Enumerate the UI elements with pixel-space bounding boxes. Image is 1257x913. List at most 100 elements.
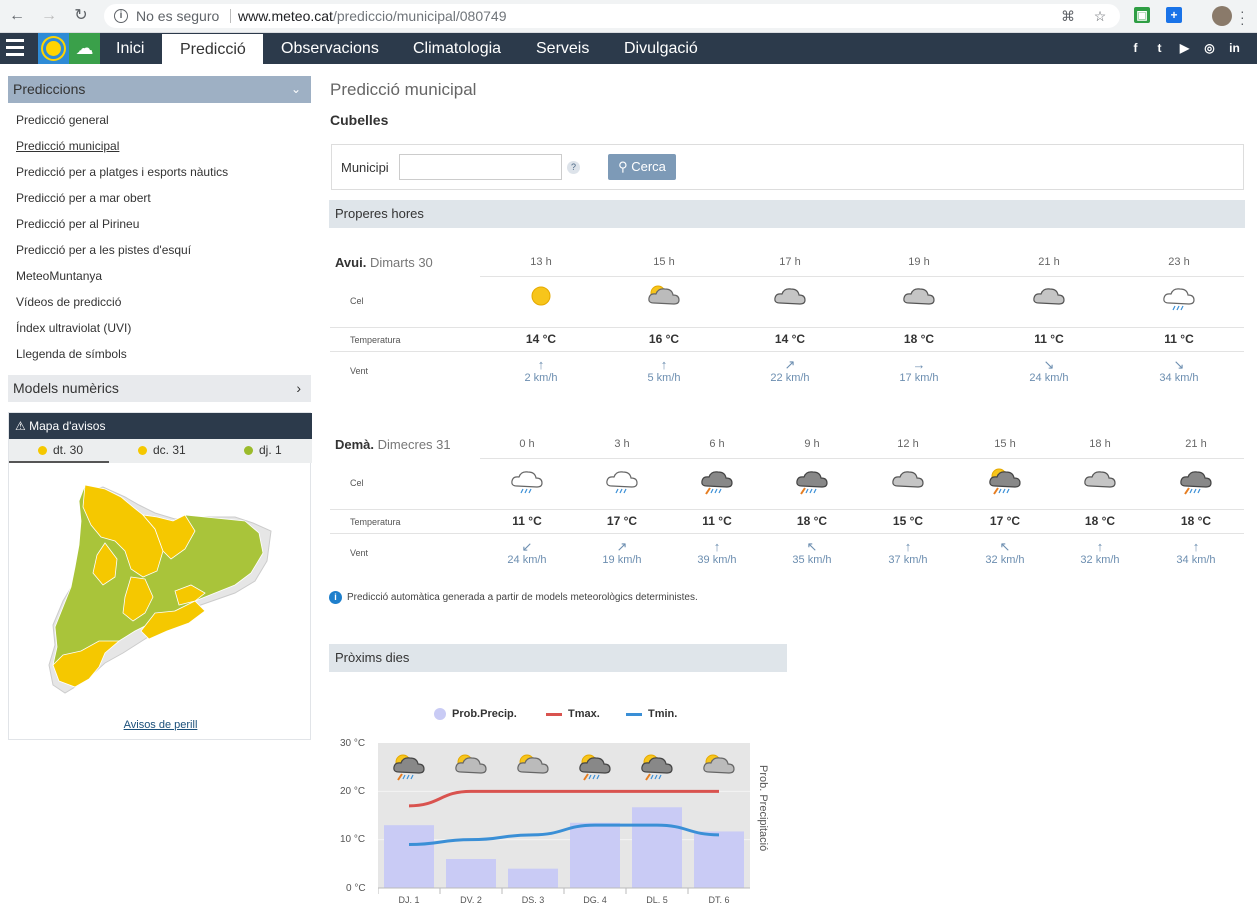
sidebar-item-llegenda[interactable]: Llegenda de símbols — [16, 347, 127, 361]
wind-value: ↑ 2 km/h — [511, 357, 571, 384]
row-label-sky: Cel — [350, 478, 364, 488]
linkedin-icon[interactable]: in — [1227, 41, 1242, 56]
address-bar[interactable]: i No es seguro www.meteo.cat/prediccio/m… — [104, 4, 1120, 28]
status-dot — [244, 446, 253, 455]
municipality-search: Municipi ? ⚲ Cerca — [331, 144, 1244, 190]
wind-arrow-icon: ↑ — [713, 539, 721, 554]
wind-arrow-icon: ↘ — [1173, 357, 1185, 372]
note-text: Predicció automàtica generada a partir d… — [347, 592, 698, 603]
wind-arrow-icon: ↑ — [904, 539, 912, 554]
chevron-down-icon: ⌄ — [290, 82, 301, 96]
precip-bar — [632, 807, 682, 888]
temperature-value: 14 °C — [774, 332, 806, 346]
search-button-label: Cerca — [631, 159, 666, 174]
temperature-value: 18 °C — [1084, 514, 1116, 528]
warning-icon: ⚠ — [15, 419, 26, 433]
reload-icon[interactable]: ↻ — [72, 7, 90, 25]
legend-tmin[interactable]: Tmin. — [626, 708, 677, 720]
nav-inici[interactable]: Inici — [116, 33, 144, 64]
instagram-icon[interactable]: ◎ — [1202, 41, 1217, 56]
hamburger-icon[interactable] — [6, 39, 24, 57]
legend-tmax[interactable]: Tmax. — [546, 708, 600, 720]
cloud-icon — [901, 283, 937, 309]
sidebar-item-mar-obert[interactable]: Predicció per a mar obert — [16, 191, 151, 205]
right-axis-label: Prob. Precipitació — [757, 765, 769, 852]
menu-dots-icon[interactable]: · · · — [1240, 4, 1245, 30]
status-dot — [138, 446, 147, 455]
hour-label: 12 h — [897, 438, 919, 450]
nav-observacions[interactable]: Observacions — [281, 33, 379, 64]
catalonia-warnings-map[interactable] — [45, 481, 275, 701]
plus-extension-icon[interactable]: + — [1166, 7, 1182, 23]
municipality-label: Municipi — [341, 160, 389, 175]
twitter-icon[interactable]: t — [1152, 41, 1167, 56]
row-divider — [480, 276, 1244, 277]
search-icon: ⚲ — [618, 159, 628, 174]
info-icon[interactable]: i — [114, 9, 128, 23]
sidebar-item-platges[interactable]: Predicció per a platges i esports nàutic… — [16, 165, 228, 179]
star-icon[interactable]: ☆ — [1092, 8, 1108, 24]
wind-arrow-icon: ↗ — [616, 539, 628, 554]
row-divider — [330, 327, 1244, 328]
wind-speed: 5 km/h — [647, 372, 681, 384]
temperature-value: 14 °C — [525, 332, 557, 346]
row-label-temp: Temperatura — [350, 517, 401, 527]
avisos-de-perill-link[interactable]: Avisos de perill — [9, 719, 312, 731]
status-dot — [38, 446, 47, 455]
facebook-icon[interactable]: f — [1128, 41, 1143, 56]
cloud-logo-icon[interactable]: ☁ — [69, 33, 100, 64]
back-icon[interactable]: ← — [8, 7, 26, 25]
row-label-sky: Cel — [350, 296, 364, 306]
tab-day-2[interactable]: dc. 31 — [109, 439, 209, 463]
translate-icon[interactable]: ⌘ — [1060, 8, 1076, 24]
nav-serveis[interactable]: Serveis — [536, 33, 589, 64]
wind-speed: 35 km/h — [792, 554, 832, 566]
wind-arrow-icon: ↑ — [660, 357, 668, 372]
sidebar-models-header[interactable]: Models numèrics › — [8, 375, 311, 402]
today-label: Avui. Dimarts 30 — [335, 255, 433, 270]
search-button[interactable]: ⚲ Cerca — [608, 154, 676, 180]
nav-climatologia[interactable]: Climatologia — [413, 33, 501, 64]
x-tick-label: DT. 6 — [708, 895, 729, 905]
wind-arrow-icon: ↑ — [1192, 539, 1200, 554]
legend-label: Prob.Precip. — [452, 708, 517, 720]
sidebar-item-pistes-esqui[interactable]: Predicció per a les pistes d'esquí — [16, 243, 191, 257]
hour-label: 17 h — [779, 256, 801, 268]
sidebar-item-uvi[interactable]: Índex ultraviolat (UVI) — [16, 321, 131, 335]
row-label-wind: Vent — [350, 548, 369, 558]
classroom-extension-icon[interactable]: ▣ — [1134, 7, 1150, 23]
youtube-icon[interactable]: ▶ — [1177, 41, 1192, 56]
wind-value: ↑ 34 km/h — [1166, 539, 1226, 566]
wind-value: ↖ 35 km/h — [782, 539, 842, 566]
warnings-map-title: Mapa d'avisos — [29, 419, 106, 433]
tomorrow-day: Demà. — [335, 437, 375, 452]
nav-divulgacio[interactable]: Divulgació — [624, 33, 698, 64]
cloud-rain-icon — [509, 466, 545, 494]
profile-avatar[interactable] — [1212, 6, 1232, 26]
sun-logo-icon[interactable] — [38, 33, 69, 64]
legend-prob-precip[interactable]: Prob.Precip. — [434, 708, 517, 721]
row-divider — [330, 351, 1244, 352]
nav-prediccio[interactable]: Predicció — [162, 34, 263, 64]
cloud-icon — [1082, 466, 1118, 492]
sidebar-item-meteomuntanya[interactable]: MeteoMuntanya — [16, 269, 102, 283]
wind-value: ↘ 34 km/h — [1149, 357, 1209, 384]
storm-icon — [794, 466, 830, 495]
row-divider — [480, 458, 1244, 459]
help-icon[interactable]: ? — [567, 161, 580, 174]
temperature-value: 16 °C — [648, 332, 680, 346]
hour-label: 3 h — [614, 438, 630, 450]
sidebar-item-pirineu[interactable]: Predicció per al Pirineu — [16, 217, 139, 231]
sidebar-item-prediccio-general[interactable]: Predicció general — [16, 113, 109, 127]
municipality-input[interactable] — [399, 154, 562, 180]
sidebar-prediccions-header[interactable]: Prediccions ⌄ — [8, 76, 311, 103]
wind-arrow-icon: ↖ — [806, 539, 818, 554]
sidebar-item-prediccio-municipal[interactable]: Predicció municipal — [16, 139, 119, 153]
tab-day-3[interactable]: dj. 1 — [209, 439, 309, 463]
prediction-note: i Predicció automàtica generada a partir … — [329, 591, 698, 604]
sidebar-item-videos[interactable]: Vídeos de predicció — [16, 295, 121, 309]
forward-icon[interactable]: → — [40, 7, 58, 25]
cloud-icon — [772, 283, 808, 309]
tab-day-1[interactable]: dt. 30 — [9, 439, 109, 463]
wind-speed: 37 km/h — [888, 554, 928, 566]
